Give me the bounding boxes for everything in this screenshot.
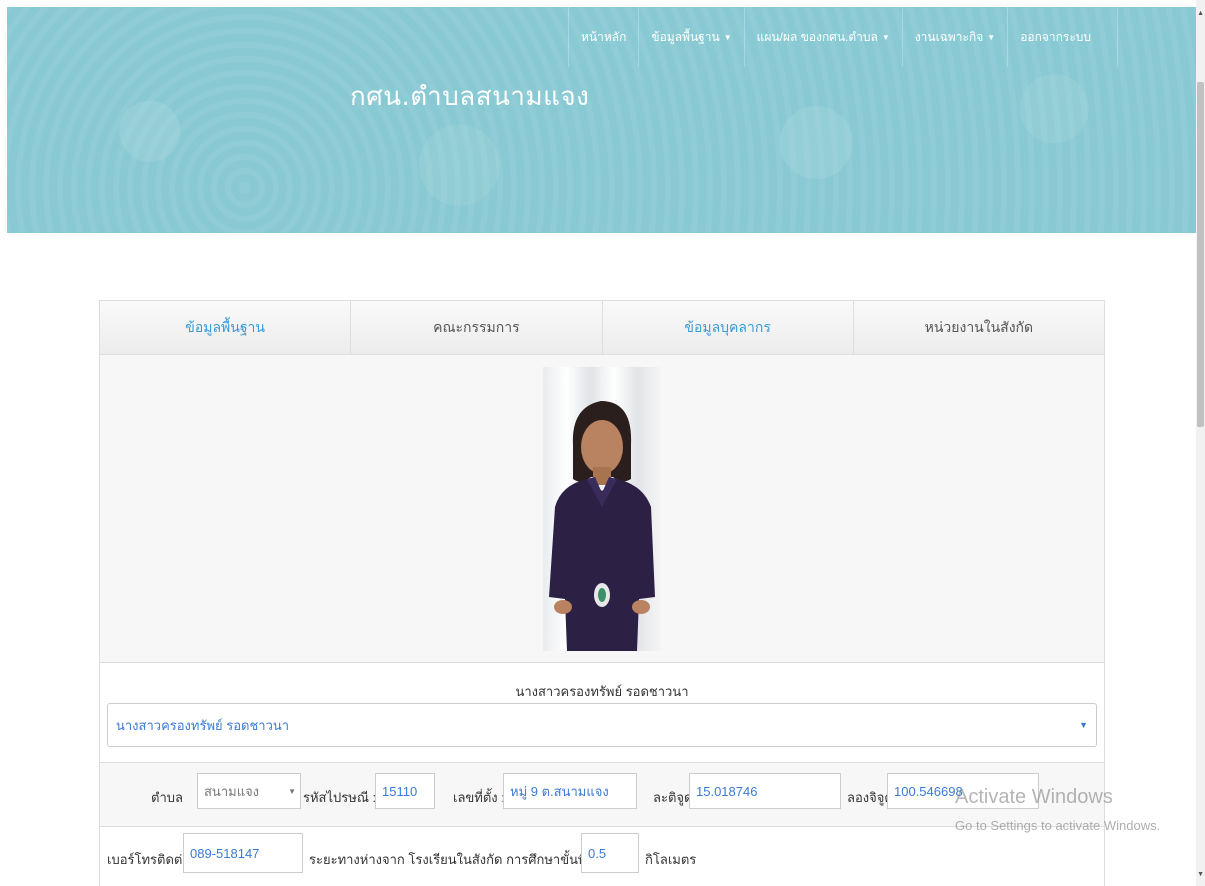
scroll-up-arrow-icon[interactable]: ▲ xyxy=(1197,10,1204,17)
longitude-label: ลองจิจูด xyxy=(847,790,893,805)
chevron-down-icon: ▼ xyxy=(288,786,296,796)
activate-windows-watermark: Activate Windows xyxy=(955,786,1113,808)
chevron-down-icon: ▼ xyxy=(1079,720,1088,730)
phone-label: เบอร์โทรติดต่อ xyxy=(107,852,191,867)
chevron-down-icon: ▼ xyxy=(881,32,890,42)
distance-unit: กิโลเมตร xyxy=(645,852,697,867)
person-select-value: นางสาวครองทรัพย์ รอดชาวนา xyxy=(116,717,290,733)
nav-basic-info[interactable]: ข้อมูลพื้นฐาน ▼ xyxy=(638,7,743,67)
tab-personnel[interactable]: ข้อมูลบุคลากร xyxy=(603,301,854,354)
distance-label: ระยะทางห่างจาก โรงเรียนในสังกัด การศึกษา… xyxy=(309,852,619,867)
person-name-caption: นางสาวครองทรัพย์ รอดชาวนา xyxy=(515,684,689,699)
nav-logout[interactable]: ออกจากระบบ xyxy=(1007,7,1119,67)
latitude-value: 15.018746 xyxy=(696,783,758,799)
address-row: ตำบล สนามแจง ▼ รหัสไปรษณี : 15110 เลขที่… xyxy=(100,763,1104,827)
postcode-field[interactable]: 15110 xyxy=(375,773,435,809)
subdistrict-select[interactable]: สนามแจง ▼ xyxy=(197,773,301,809)
location-value: หมู่ 9 ต.สนามแจง xyxy=(510,783,609,799)
photo-area xyxy=(100,355,1104,663)
nav-home[interactable]: หน้าหลัก xyxy=(568,7,638,67)
scroll-down-arrow-icon[interactable]: ▼ xyxy=(1197,871,1204,878)
scrollbar-thumb[interactable] xyxy=(1197,82,1204,427)
subdistrict-value: สนามแจง xyxy=(204,783,260,799)
contact-row: เบอร์โทรติดต่อ 089-518147 ระยะทางห่างจาก… xyxy=(100,827,1104,877)
chevron-down-icon: ▼ xyxy=(987,32,996,42)
postcode-value: 15110 xyxy=(382,783,418,799)
person-select[interactable]: นางสาวครองทรัพย์ รอดชาวนา ▼ xyxy=(107,703,1097,747)
staff-photo xyxy=(543,367,661,651)
staff-photo-image xyxy=(549,401,655,651)
tab-bar: ข้อมูลพื้นฐาน คณะกรรมการ ข้อมูลบุคลากร ห… xyxy=(100,301,1104,355)
page-scrollbar[interactable]: ▲ ▼ xyxy=(1196,0,1205,886)
latitude-label: ละติจูด xyxy=(653,790,693,805)
distance-field[interactable]: 0.5 xyxy=(581,833,639,873)
tab-affiliated-units[interactable]: หน่วยงานในสังกัด xyxy=(854,301,1104,354)
chevron-down-icon: ▼ xyxy=(723,32,732,42)
phone-value: 089-518147 xyxy=(190,845,260,861)
subdistrict-label: ตำบล xyxy=(151,790,183,805)
latitude-field[interactable]: 15.018746 xyxy=(689,773,841,809)
site-title: กศน.ตำบลสนามแจง xyxy=(350,82,590,112)
location-field[interactable]: หมู่ 9 ต.สนามแจง xyxy=(503,773,637,809)
phone-field[interactable]: 089-518147 xyxy=(183,833,303,873)
nav-plans[interactable]: แผน/ผล ของกศน.ตำบล ▼ xyxy=(743,7,902,67)
tab-basic-info[interactable]: ข้อมูลพื้นฐาน xyxy=(100,301,352,354)
distance-value: 0.5 xyxy=(588,845,607,861)
location-label: เลขที่ตั้ง : xyxy=(453,790,505,805)
person-selector-area: นางสาวครองทรัพย์ รอดชาวนา นางสาวครองทรัพ… xyxy=(100,663,1104,763)
activate-windows-hint: Go to Settings to activate Windows. xyxy=(955,818,1161,833)
top-navigation: หน้าหลัก ข้อมูลพื้นฐาน ▼ แผน/ผล ของกศน.ตำ… xyxy=(568,7,1119,67)
postcode-label: รหัสไปรษณี : xyxy=(303,790,377,805)
longitude-value: 100.546698 xyxy=(894,783,963,799)
tab-committee[interactable]: คณะกรรมการ xyxy=(351,301,603,354)
nav-special-tasks[interactable]: งานเฉพาะกิจ ▼ xyxy=(901,7,1007,67)
